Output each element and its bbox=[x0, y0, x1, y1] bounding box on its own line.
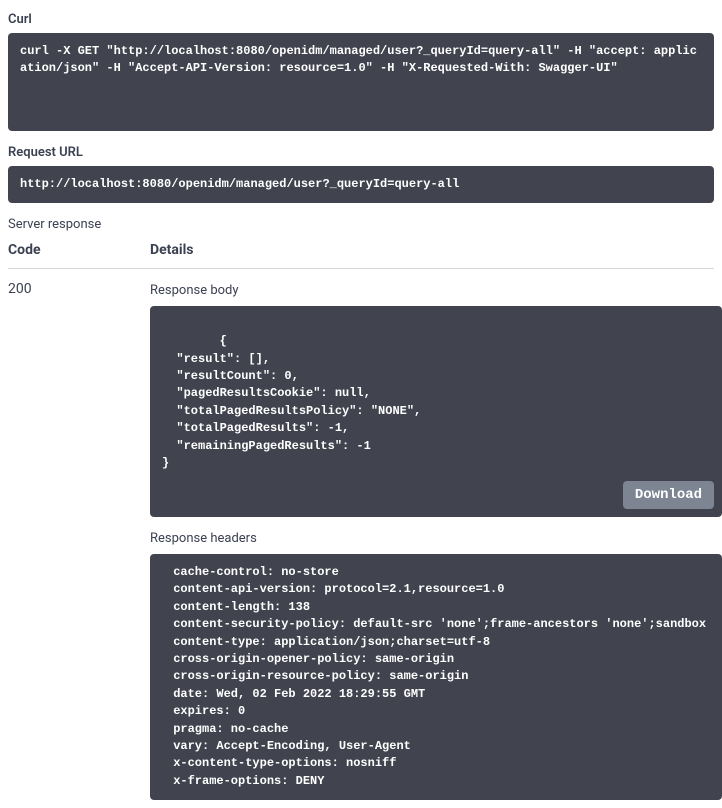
curl-command-block: curl -X GET "http://localhost:8080/openi… bbox=[8, 33, 714, 131]
response-body-label: Response body bbox=[150, 283, 722, 298]
curl-label: Curl bbox=[8, 12, 714, 27]
server-response-label: Server response bbox=[8, 217, 714, 232]
request-url-block: http://localhost:8080/openidm/managed/us… bbox=[8, 166, 714, 203]
response-table: Code Details 200 Response body { "result… bbox=[8, 242, 714, 800]
response-details: Response body { "result": [], "resultCou… bbox=[150, 281, 722, 800]
code-column-header: Code bbox=[8, 242, 150, 258]
response-table-header: Code Details bbox=[8, 242, 714, 269]
request-url-label: Request URL bbox=[8, 145, 714, 160]
response-headers-block: cache-control: no-store content-api-vers… bbox=[150, 554, 722, 800]
download-button[interactable]: Download bbox=[623, 481, 714, 509]
response-row: 200 Response body { "result": [], "resul… bbox=[8, 281, 714, 800]
response-headers-label: Response headers bbox=[150, 531, 722, 546]
response-body-content: { "result": [], "resultCount": 0, "paged… bbox=[162, 334, 421, 470]
details-column-header: Details bbox=[150, 242, 714, 258]
response-body-block: { "result": [], "resultCount": 0, "paged… bbox=[150, 306, 722, 517]
response-code: 200 bbox=[8, 281, 150, 800]
